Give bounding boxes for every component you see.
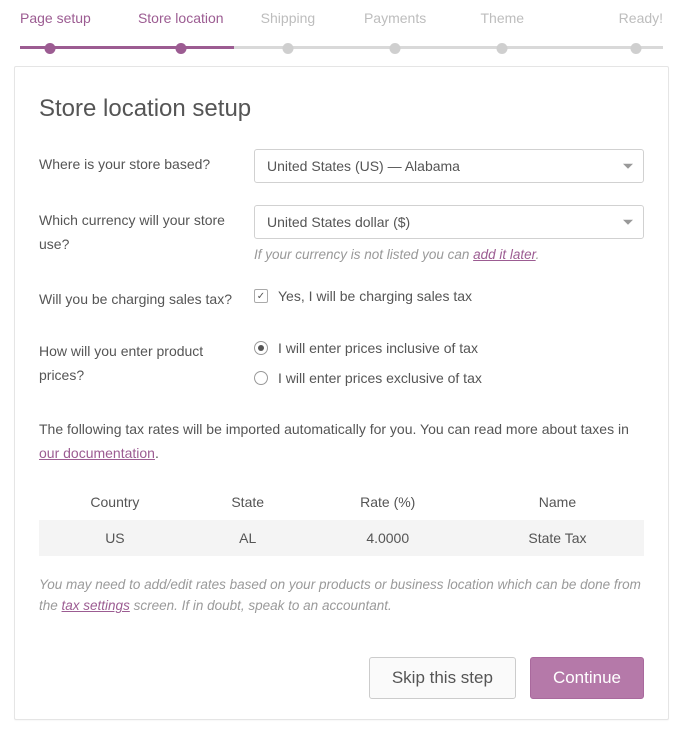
caret-down-icon bbox=[623, 164, 633, 169]
field-sales-tax: Will you be charging sales tax? ✓ Yes, I… bbox=[39, 284, 644, 314]
cell-rate: 4.0000 bbox=[305, 520, 471, 556]
field-product-prices: How will you enter product prices? I wil… bbox=[39, 336, 644, 396]
field-label: Will you be charging sales tax? bbox=[39, 284, 254, 312]
field-label: Which currency will your store use? bbox=[39, 205, 254, 257]
col-state: State bbox=[191, 484, 305, 520]
store-location-select[interactable]: United States (US) — Alabama bbox=[254, 149, 644, 183]
step-label: Page setup bbox=[20, 10, 91, 26]
sales-tax-checkbox[interactable]: ✓ bbox=[254, 289, 268, 303]
currency-select[interactable]: United States dollar ($) bbox=[254, 205, 644, 239]
step-page-setup[interactable]: Page setup bbox=[20, 10, 127, 48]
prices-inclusive-radio[interactable] bbox=[254, 341, 268, 355]
field-label: How will you enter product prices? bbox=[39, 336, 254, 388]
step-dot-icon bbox=[497, 43, 508, 54]
step-dot-icon bbox=[390, 43, 401, 54]
wizard-steps: Page setup Store location Shipping Payme… bbox=[0, 0, 683, 48]
cell-name: State Tax bbox=[471, 520, 644, 556]
step-payments[interactable]: Payments bbox=[342, 10, 449, 48]
step-ready[interactable]: Ready! bbox=[556, 10, 663, 48]
table-row: US AL 4.0000 State Tax bbox=[39, 520, 644, 556]
step-shipping[interactable]: Shipping bbox=[234, 10, 341, 48]
continue-button[interactable]: Continue bbox=[530, 657, 644, 699]
tax-settings-link[interactable]: tax settings bbox=[62, 598, 130, 613]
documentation-link[interactable]: our documentation bbox=[39, 445, 155, 461]
select-value: United States dollar ($) bbox=[267, 214, 410, 230]
step-label: Payments bbox=[364, 10, 426, 26]
col-name: Name bbox=[471, 484, 644, 520]
setup-card: Store location setup Where is your store… bbox=[14, 66, 669, 720]
skip-step-button[interactable]: Skip this step bbox=[369, 657, 516, 699]
tax-rates-table: Country State Rate (%) Name US AL 4.0000… bbox=[39, 484, 644, 556]
step-dot-icon bbox=[282, 43, 293, 54]
step-store-location[interactable]: Store location bbox=[127, 10, 234, 48]
page-title: Store location setup bbox=[39, 95, 644, 123]
caret-down-icon bbox=[623, 220, 633, 225]
field-currency: Which currency will your store use? Unit… bbox=[39, 205, 644, 262]
col-rate: Rate (%) bbox=[305, 484, 471, 520]
step-label: Theme bbox=[480, 10, 524, 26]
step-dot-icon bbox=[631, 43, 642, 54]
col-country: Country bbox=[39, 484, 191, 520]
step-label: Store location bbox=[138, 10, 224, 26]
prices-exclusive-radio[interactable] bbox=[254, 371, 268, 385]
radio-label: I will enter prices exclusive of tax bbox=[278, 370, 482, 386]
tax-footnote: You may need to add/edit rates based on … bbox=[39, 574, 644, 617]
step-dot-icon bbox=[45, 43, 56, 54]
tax-intro-text: The following tax rates will be imported… bbox=[39, 418, 644, 466]
table-header-row: Country State Rate (%) Name bbox=[39, 484, 644, 520]
radio-label: I will enter prices inclusive of tax bbox=[278, 340, 478, 356]
field-store-based: Where is your store based? United States… bbox=[39, 149, 644, 183]
select-value: United States (US) — Alabama bbox=[267, 158, 460, 174]
cell-country: US bbox=[39, 520, 191, 556]
cell-state: AL bbox=[191, 520, 305, 556]
step-theme[interactable]: Theme bbox=[449, 10, 556, 48]
step-label: Shipping bbox=[261, 10, 316, 26]
step-label: Ready! bbox=[619, 10, 663, 26]
action-buttons: Skip this step Continue bbox=[39, 657, 644, 699]
field-label: Where is your store based? bbox=[39, 149, 254, 177]
currency-helper-text: If your currency is not listed you can a… bbox=[254, 247, 644, 262]
step-dot-icon bbox=[175, 43, 186, 54]
checkbox-label: Yes, I will be charging sales tax bbox=[278, 288, 472, 304]
add-currency-later-link[interactable]: add it later bbox=[473, 247, 536, 262]
